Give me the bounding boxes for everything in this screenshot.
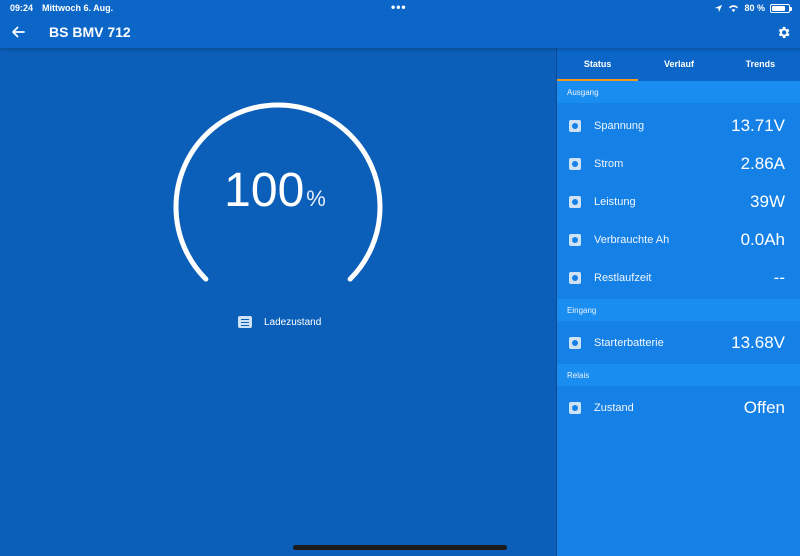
clock-icon (569, 272, 581, 284)
relay-icon (569, 402, 581, 414)
row-value: -- (773, 268, 785, 287)
battery-icon (569, 337, 581, 349)
tab-verlauf[interactable]: Verlauf (638, 48, 719, 81)
multitask-dots-icon[interactable]: ••• (391, 0, 407, 14)
home-indicator[interactable] (293, 545, 507, 550)
row-label: Spannung (594, 120, 645, 132)
section-eingang: Eingang (557, 299, 800, 321)
wifi-icon (729, 4, 739, 12)
section-relais: Relais (557, 364, 800, 386)
row-label: Starterbatterie (594, 337, 664, 349)
row-label: Strom (594, 158, 624, 170)
soc-value: 100% (150, 163, 400, 218)
row-label: Leistung (594, 196, 636, 208)
row-value: 0.0Ah (740, 230, 785, 249)
status-bar: 09:24 Mittwoch 6. Aug. ••• 80 % (0, 0, 800, 16)
row-strom[interactable]: Strom 2.86A (557, 145, 800, 183)
tab-trends[interactable]: Trends (720, 48, 800, 81)
bolt-icon (569, 120, 581, 132)
app-header: BS BMV 712 (0, 16, 800, 48)
battery-icon (770, 3, 792, 13)
section-ausgang: Ausgang (557, 81, 800, 103)
row-spannung[interactable]: Spannung 13.71V (557, 107, 800, 145)
location-icon (715, 4, 723, 12)
settings-button[interactable] (773, 22, 793, 42)
soc-label: Ladezustand (264, 316, 322, 328)
current-icon (569, 158, 581, 170)
arrow-left-icon (12, 26, 25, 38)
tab-status[interactable]: Status (557, 48, 639, 81)
row-leistung[interactable]: Leistung 39W (557, 183, 800, 221)
row-label: Restlaufzeit (594, 272, 652, 284)
power-icon (569, 196, 581, 208)
battery-percent: 80 % (744, 3, 765, 13)
row-value: 2.86A (740, 154, 785, 173)
row-value: 39W (750, 192, 785, 211)
soc-label-row: Ladezustand (238, 316, 321, 328)
row-value: Offen (743, 398, 785, 417)
list-icon (238, 316, 252, 328)
back-button[interactable] (8, 22, 28, 42)
soc-unit: % (306, 186, 326, 211)
row-restlaufzeit[interactable]: Restlaufzeit -- (557, 259, 800, 297)
tab-bar: Status Verlauf Trends (557, 48, 800, 81)
row-value: 13.71V (731, 116, 785, 135)
row-verbrauchte-ah[interactable]: Verbrauchte Ah 0.0Ah (557, 221, 800, 259)
battery-fill (772, 5, 785, 11)
row-starterbatterie[interactable]: Starterbatterie 13.68V (557, 324, 800, 362)
row-zustand[interactable]: Zustand Offen (557, 389, 800, 427)
status-date: Mittwoch 6. Aug. (42, 3, 114, 13)
gear-icon (778, 26, 789, 38)
soc-number: 100 (224, 164, 305, 217)
page-title: BS BMV 712 (49, 24, 131, 40)
row-label: Zustand (594, 402, 634, 414)
row-value: 13.68V (731, 333, 785, 352)
details-panel: Status Verlauf Trends Ausgang Spannung 1… (556, 48, 800, 556)
consumed-icon (569, 234, 581, 246)
status-time: 09:24 (10, 3, 34, 13)
row-label: Verbrauchte Ah (594, 234, 670, 246)
status-right: 80 % (714, 3, 792, 13)
